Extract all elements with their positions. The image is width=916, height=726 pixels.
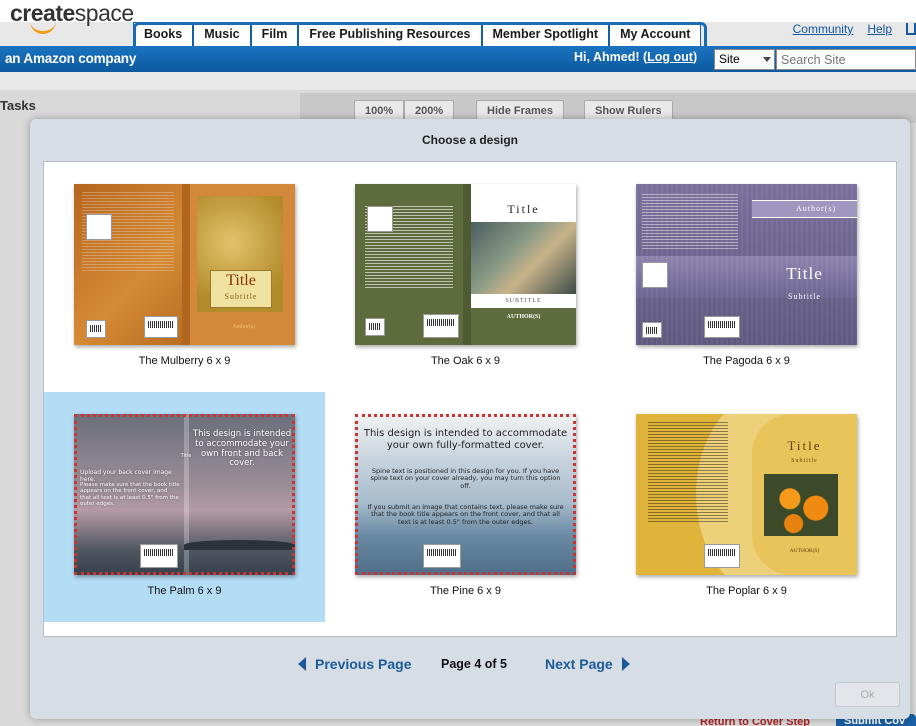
chevron-right-icon (621, 657, 630, 671)
search-input[interactable] (776, 49, 916, 70)
mulberry-cover-subtitle: Subtitle (224, 292, 258, 301)
nav-tab-free-publishing-resources[interactable]: Free Publishing Resources (298, 22, 482, 46)
logo-text-space: space (74, 0, 134, 26)
pagoda-thumbnail: Author(s) Title Subtitle (636, 184, 857, 345)
oak-author: AUTHOR(S) (506, 314, 541, 320)
nav-tab-music[interactable]: Music (193, 22, 251, 46)
previous-page-button[interactable]: Previous Page (298, 656, 412, 672)
oak-thumbnail: Title SUBTITLE AUTHOR(S) (355, 184, 576, 345)
barcode-icon (86, 320, 106, 338)
next-page-button[interactable]: Next Page (545, 656, 630, 672)
poplar-thumbnail: Title Subtitle AUTHOR(S) (636, 414, 857, 575)
tasks-heading: Tasks (0, 98, 36, 113)
barcode-icon (423, 544, 461, 568)
site-select-value: Site (719, 52, 740, 66)
blue-bar: an Amazon company Hi, Ahmed! (Log out) S… (0, 46, 916, 72)
oak-cover-title: Title (507, 202, 540, 216)
greeting-end: ) (692, 50, 698, 64)
pine-spine-message: Spine text is positioned in this design … (370, 467, 561, 490)
nav-tab-books[interactable]: Books (133, 22, 194, 46)
palm-back-note: Please make sure that the book title app… (80, 482, 180, 507)
page-indicator: Page 4 of 5 (441, 657, 507, 671)
top-links: Community Help (793, 22, 916, 36)
design-label: The Poplar 6 x 9 (706, 585, 787, 597)
logout-link[interactable]: Log out (647, 50, 693, 64)
mulberry-cover-title: Title (226, 272, 256, 289)
community-link[interactable]: Community (793, 22, 854, 36)
design-card-poplar[interactable]: Title Subtitle AUTHOR(S) The Poplar 6 x … (606, 392, 887, 622)
help-link[interactable]: Help (867, 22, 892, 36)
nav-tab-film[interactable]: Film (250, 22, 299, 46)
pine-thumbnail: This design is intended to accommodate y… (355, 414, 576, 575)
cart-icon[interactable] (906, 23, 916, 35)
top-header: createspace (0, 0, 916, 34)
stream-photo (471, 222, 576, 294)
greeting-text: Hi, Ahmed! ( (574, 50, 648, 64)
site-select[interactable]: Site (714, 49, 775, 70)
pagination: Previous Page Page 4 of 5 Next Page (30, 656, 910, 676)
poplar-author: AUTHOR(S) (789, 548, 820, 554)
palm-spine-title: Title (180, 453, 192, 459)
mulberry-thumbnail: Title Subtitle Author(s) (74, 184, 295, 345)
design-card-palm[interactable]: This design is intended to accommodate y… (44, 392, 325, 622)
previous-page-label: Previous Page (315, 656, 412, 672)
greeting: Hi, Ahmed! (Log out) (574, 50, 697, 64)
amazon-smile-icon (30, 20, 56, 34)
design-card-pagoda[interactable]: Author(s) Title Subtitle The Pagoda 6 x … (606, 162, 887, 392)
main-nav: Books Music Film Free Publishing Resourc… (133, 22, 702, 46)
design-label: The Palm 6 x 9 (147, 585, 222, 597)
pagoda-author: Author(s) (796, 204, 837, 213)
next-page-label: Next Page (545, 656, 613, 672)
oak-cover-subtitle: SUBTITLE (505, 298, 542, 304)
ok-button[interactable]: Ok (835, 682, 900, 707)
pagoda-cover-title: Title (786, 264, 823, 283)
flower-photo (764, 474, 838, 536)
barcode-icon (642, 322, 662, 338)
design-card-oak[interactable]: Title SUBTITLE AUTHOR(S) The Oak 6 x 9 (325, 162, 606, 392)
palm-thumbnail: This design is intended to accommodate y… (74, 414, 295, 575)
nav-tab-member-spotlight[interactable]: Member Spotlight (481, 22, 610, 46)
design-label: The Pine 6 x 9 (430, 585, 501, 597)
design-label: The Mulberry 6 x 9 (138, 355, 231, 367)
pine-headline: This design is intended to accommodate y… (363, 428, 568, 451)
barcode-icon (704, 316, 740, 338)
poplar-cover-subtitle: Subtitle (791, 458, 818, 464)
barcode-icon (704, 544, 740, 568)
pagoda-cover-subtitle: Subtitle (788, 292, 821, 301)
barcode-icon (423, 314, 459, 338)
barcode-icon (140, 544, 178, 568)
tagline: an Amazon company (5, 51, 137, 66)
mulberry-author: Author(s) (232, 324, 256, 330)
mulberry-back-image (86, 214, 112, 240)
nav-tab-my-account[interactable]: My Account (609, 22, 702, 46)
palm-front-message: This design is intended to accommodate y… (192, 429, 292, 469)
poplar-cover-title: Title (787, 438, 822, 453)
design-card-pine[interactable]: This design is intended to accommodate y… (325, 392, 606, 622)
barcode-icon (365, 318, 385, 336)
choose-design-modal: Choose a design Title Subtitle Author(s)… (30, 119, 910, 719)
design-label: The Oak 6 x 9 (430, 355, 501, 367)
chevron-left-icon (298, 657, 306, 671)
design-label: The Pagoda 6 x 9 (703, 355, 790, 367)
design-grid: Title Subtitle Author(s) The Mulberry 6 … (43, 161, 897, 637)
pagoda-back-image (642, 262, 668, 288)
barcode-icon (144, 316, 178, 338)
modal-title: Choose a design (421, 133, 519, 147)
createspace-logo[interactable]: createspace (10, 0, 134, 27)
oak-back-image (367, 206, 393, 232)
chevron-down-icon (763, 57, 771, 62)
pine-note: If you submit an image that contains tex… (367, 503, 564, 526)
design-card-mulberry[interactable]: Title Subtitle Author(s) The Mulberry 6 … (44, 162, 325, 392)
